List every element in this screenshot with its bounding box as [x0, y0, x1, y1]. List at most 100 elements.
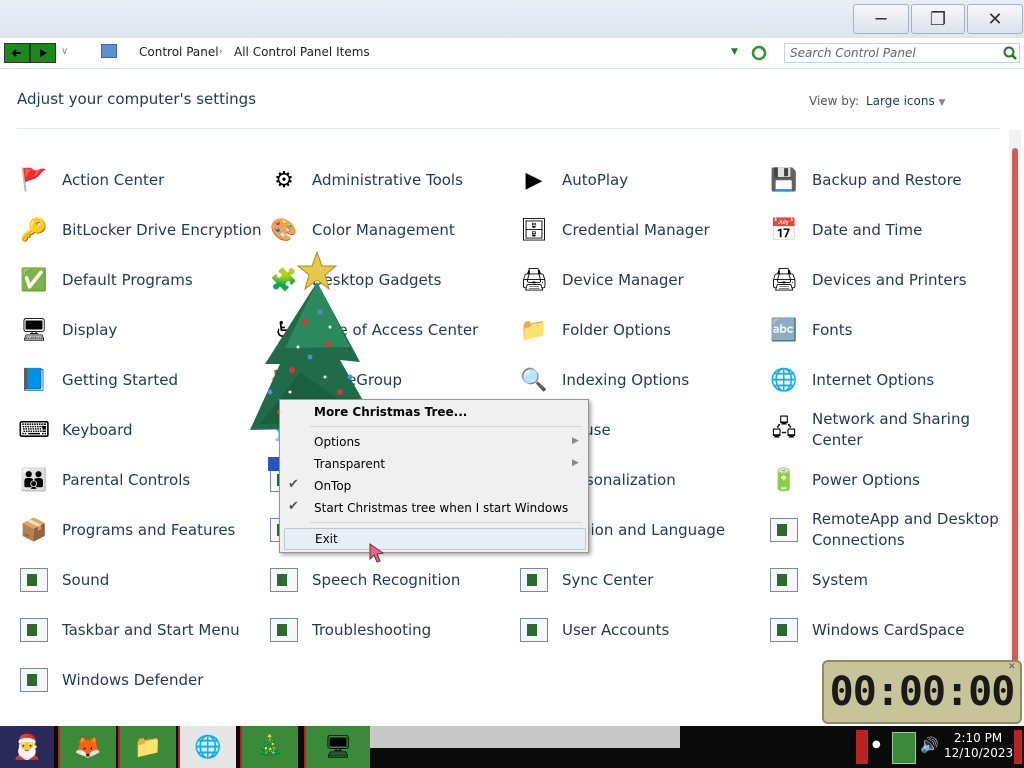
taskbar-firefox[interactable]: 🦊 — [58, 726, 116, 768]
troubleshooting-icon — [268, 614, 300, 646]
folder-icon: 📁 — [134, 734, 162, 760]
item-label: Sync Center — [562, 570, 654, 589]
control-panel-item[interactable]: Sync Center — [518, 560, 758, 604]
view-by-dropdown[interactable]: Large icons ▼ — [866, 94, 945, 108]
back-arrow-icon — [11, 49, 21, 57]
tools-icon: ⚙ — [274, 167, 294, 193]
control-panel-item[interactable]: 🔍 Indexing Options — [518, 360, 758, 404]
item-label: Programs and Features — [62, 520, 236, 539]
checkmark-icon: ✔ — [288, 477, 299, 492]
control-panel-item[interactable]: Taskbar and Start Menu — [18, 610, 258, 654]
menu-item-options[interactable]: Options — [314, 435, 360, 449]
printer-icon: 🖨 — [770, 267, 798, 293]
item-label: Credential Manager — [562, 220, 710, 239]
control-panel-item[interactable]: Troubleshooting — [268, 610, 508, 654]
checkmark-icon: ✔ — [288, 499, 299, 514]
control-panel-item[interactable]: 🗄 Credential Manager — [518, 210, 758, 254]
control-panel-item[interactable]: 🖨 Devices and Printers — [768, 260, 1008, 304]
display-icon: 🖥 — [20, 317, 48, 343]
flag-icon: 🚩 — [20, 167, 48, 193]
timer-close-icon[interactable]: ✕ — [1008, 662, 1016, 672]
submenu-arrow-icon: ▶ — [572, 436, 579, 446]
clock-time: 2:10 PM — [953, 731, 1003, 745]
menu-item-transparent[interactable]: Transparent — [314, 457, 385, 471]
control-panel-item[interactable]: 📁 Folder Options — [518, 310, 758, 354]
menu-item-ontop[interactable]: OnTop — [314, 479, 351, 493]
item-label: Personalization — [562, 470, 676, 489]
control-panel-item[interactable]: Windows Defender — [18, 660, 258, 704]
chrome-icon: 🌐 — [194, 734, 222, 760]
getting-started-icon: 📘 — [20, 367, 48, 393]
control-panel-item[interactable]: 🔋 Power Options — [768, 460, 1008, 504]
menu-item-more-christmas-tree[interactable]: More Christmas Tree... — [314, 405, 467, 419]
search-input[interactable]: Search Control Panel — [784, 43, 1020, 63]
menu-item-exit[interactable]: Exit — [284, 528, 586, 550]
address-dropdown-icon[interactable]: ▼ — [731, 47, 738, 57]
item-label: System — [812, 570, 868, 589]
control-panel-item[interactable]: Speech Recognition — [268, 560, 508, 604]
control-panel-item[interactable]: System — [768, 560, 1008, 604]
folder-icon: 📁 — [520, 317, 548, 343]
sync-icon — [518, 564, 550, 596]
control-panel-item[interactable]: 🔤 Fonts — [768, 310, 1008, 354]
search-icon[interactable] — [1002, 45, 1018, 61]
close-button[interactable]: ✕ — [967, 4, 1023, 34]
start-button[interactable]: 🎅 — [0, 726, 54, 768]
minimize-button[interactable]: ─ — [853, 4, 909, 34]
control-panel-item[interactable]: 📦 Programs and Features — [18, 510, 258, 554]
chevron-down-icon: ▼ — [938, 98, 946, 108]
show-desktop-button[interactable] — [1014, 730, 1022, 764]
control-panel-item[interactable]: User Accounts — [518, 610, 758, 654]
control-panel-item[interactable]: ⚙ Administrative Tools — [268, 160, 508, 204]
control-panel-item[interactable]: 📅 Date and Time — [768, 210, 1008, 254]
firefox-icon: 🦊 — [74, 734, 102, 760]
color-icon: 🎨 — [270, 217, 298, 243]
tray-dot-icon[interactable]: ● — [872, 739, 881, 750]
restore-button[interactable]: ❐ — [911, 4, 965, 34]
calendar-clock-icon: 📅 — [770, 217, 798, 243]
item-label: Troubleshooting — [312, 620, 432, 639]
context-menu: More Christmas Tree... Options ▶ Transpa… — [279, 399, 589, 553]
item-label: Administrative Tools — [312, 170, 463, 189]
back-button[interactable] — [4, 43, 30, 63]
timer-widget[interactable]: 00:00:00 — [822, 660, 1022, 724]
menu-item-start-with-windows[interactable]: Start Christmas tree when I start Window… — [314, 501, 568, 515]
control-panel-item[interactable]: 🖧 Network and Sharing Center — [768, 410, 1008, 454]
control-panel-item[interactable]: Windows CardSpace — [768, 610, 1008, 654]
control-panel-item[interactable]: 🔑 BitLocker Drive Encryption — [18, 210, 261, 254]
control-panel-item[interactable]: RemoteApp and Desktop Connections — [768, 510, 1008, 554]
taskbar-control-panel[interactable]: 🖥 — [304, 726, 370, 768]
control-panel-item[interactable]: ▶ AutoPlay — [518, 160, 758, 204]
backup-icon: 💾 — [770, 167, 798, 193]
control-panel-item[interactable]: 💾 Backup and Restore — [768, 160, 1008, 204]
santa-start-icon: 🎅 — [12, 733, 42, 761]
control-panel-item[interactable]: 🎨 Color Management — [268, 210, 508, 254]
breadcrumb-all-items[interactable]: All Control Panel Items — [234, 45, 370, 59]
power-icon: 🔋 — [770, 467, 798, 493]
refresh-icon[interactable] — [751, 45, 767, 61]
taskbar-christmas-tree[interactable]: 🎄 — [240, 726, 298, 768]
scrollbar-thumb[interactable] — [1012, 148, 1018, 718]
breadcrumb-control-panel[interactable]: Control Panel — [139, 45, 219, 59]
christmas-tree-icon: 🎄 — [256, 734, 284, 760]
globe-icon: 🌐 — [770, 367, 798, 393]
control-panel-item[interactable]: 🌐 Internet Options — [768, 360, 1008, 404]
taskbar-chrome[interactable]: 🌐 — [178, 726, 236, 768]
key-icon: 🔑 — [20, 217, 48, 243]
device-manager-icon: 🖨 — [520, 267, 548, 293]
recent-pages-chevron-icon[interactable]: ∨ — [61, 46, 68, 57]
volume-icon[interactable]: 🔊 — [920, 736, 939, 754]
taskbar-clock[interactable]: 2:10 PM 12/10/2023 — [944, 731, 1013, 761]
forward-arrow-icon — [40, 49, 47, 57]
defender-icon — [18, 664, 50, 696]
breadcrumb-separator-icon[interactable]: › — [219, 47, 223, 57]
control-panel-item[interactable]: Sound — [18, 560, 258, 604]
autoplay-icon: ▶ — [525, 167, 543, 193]
network-icon[interactable] — [892, 732, 916, 764]
taskbar-explorer[interactable]: 📁 — [118, 726, 176, 768]
item-label: Indexing Options — [562, 370, 690, 389]
control-panel-item[interactable]: 🚩 Action Center — [18, 160, 258, 204]
item-label: BitLocker Drive Encryption — [62, 220, 262, 239]
control-panel-item[interactable]: 🖨 Device Manager — [518, 260, 758, 304]
forward-button[interactable] — [30, 43, 56, 63]
